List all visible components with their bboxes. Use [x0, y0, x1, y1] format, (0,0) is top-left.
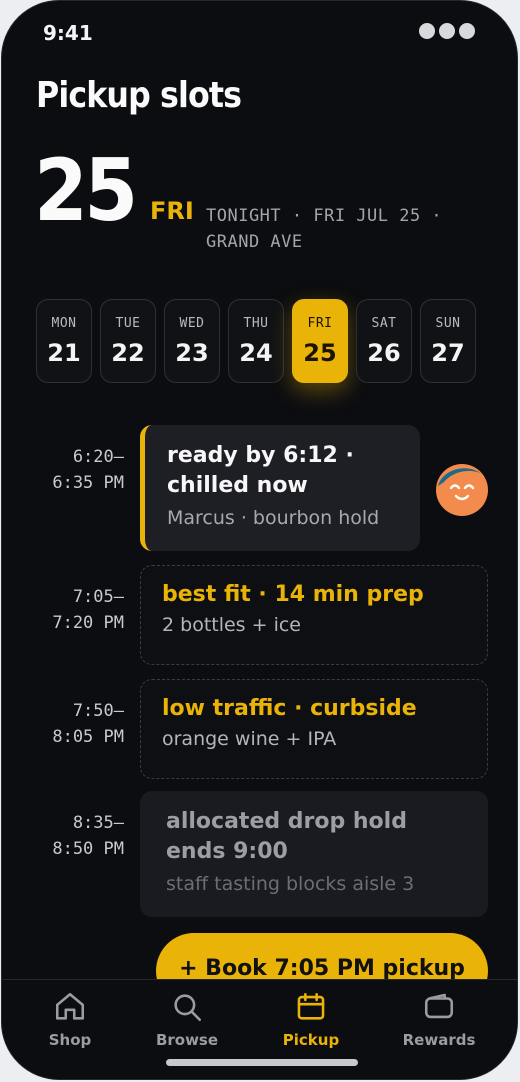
page-title: Pickup slots — [36, 75, 242, 116]
slot-time-range: 6:20– 6:35 PM — [2, 444, 124, 496]
tab-pickup[interactable]: Pickup — [266, 990, 356, 1049]
slot-detail: staff tasting blocks aisle 3 — [166, 873, 415, 895]
slot-end: 8:05 PM — [52, 727, 124, 747]
day-chip-sun[interactable]: SUN 27 — [420, 299, 476, 383]
day-chip-wed[interactable]: WED 23 — [164, 299, 220, 383]
day-chip-thu[interactable]: THU 24 — [228, 299, 284, 383]
day-chip-dow: TUE — [115, 315, 141, 331]
search-icon — [174, 994, 202, 1022]
day-chip-dow: WED — [179, 315, 205, 331]
slot-start: 7:50– — [72, 701, 124, 721]
slot-card-reserved[interactable]: ready by 6:12 · chilled now Marcus · bou… — [140, 425, 420, 551]
calendar-icon — [297, 992, 325, 1020]
tab-shop[interactable]: Shop — [25, 990, 115, 1049]
slot-title: ready by 6:12 · chilled now — [167, 443, 354, 498]
day-chip-dow: THU — [243, 315, 269, 331]
day-chip-dow: MON — [51, 315, 77, 331]
day-chip-fri[interactable]: FRI 25 — [292, 299, 348, 383]
day-chip-number: 22 — [111, 338, 145, 367]
slot-start: 6:20– — [72, 447, 124, 467]
day-chip-tue[interactable]: TUE 22 — [100, 299, 156, 383]
slot-end: 8:50 PM — [52, 839, 124, 859]
selected-day-number: 25 — [34, 141, 138, 241]
dot-icon — [419, 23, 435, 39]
tab-label: Shop — [48, 1031, 92, 1049]
day-chip-number: 21 — [47, 338, 81, 367]
slot-end: 6:35 PM — [52, 473, 124, 493]
slot-time-range: 7:50– 8:05 PM — [2, 698, 124, 750]
status-time: 9:41 — [43, 21, 93, 45]
day-chip-number: 23 — [175, 338, 209, 367]
selected-day-of-week: FRI — [150, 197, 194, 225]
tab-browse[interactable]: Browse — [142, 990, 232, 1049]
tab-label: Rewards — [402, 1031, 476, 1049]
day-chip-number: 27 — [431, 338, 465, 367]
slot-detail: Marcus · bourbon hold — [167, 507, 380, 529]
day-chip-mon[interactable]: MON 21 — [36, 299, 92, 383]
slot-detail: 2 bottles + ice — [162, 614, 301, 636]
slot-end: 7:20 PM — [52, 613, 124, 633]
day-chip-dow: FRI — [307, 315, 333, 331]
day-chip-number: 24 — [239, 338, 273, 367]
day-chip-number: 26 — [367, 338, 401, 367]
slot-card-open[interactable]: low traffic · curbside orange wine + IPA — [140, 679, 488, 779]
avatar[interactable] — [436, 464, 488, 516]
pickup-subtitle: TONIGHT · FRI JUL 25 · GRAND AVE — [206, 206, 443, 252]
day-chip-sat[interactable]: SAT 26 — [356, 299, 412, 383]
slot-card-blocked: allocated drop hold ends 9:00 staff tast… — [140, 791, 488, 917]
home-icon — [55, 992, 85, 1020]
more-menu[interactable] — [419, 23, 475, 39]
slot-title: allocated drop hold ends 9:00 — [166, 809, 407, 864]
home-indicator — [166, 1059, 358, 1066]
day-chip-dow: SAT — [371, 315, 397, 331]
slot-time-range: 8:35– 8:50 PM — [2, 810, 124, 862]
slot-start: 7:05– — [72, 587, 124, 607]
slot-detail: orange wine + IPA — [162, 728, 337, 750]
slot-title: best fit · 14 min prep — [162, 582, 424, 607]
slot-start: 8:35– — [72, 813, 124, 833]
day-chip-dow: SUN — [435, 315, 461, 331]
slot-title: low traffic · curbside — [162, 696, 417, 721]
slot-time-range: 7:05– 7:20 PM — [2, 584, 124, 636]
wallet-icon — [424, 993, 454, 1019]
phone-screen: 9:41 Pickup slots 25 FRI TONIGHT · FRI J… — [1, 0, 518, 1080]
dot-icon — [459, 23, 475, 39]
tab-rewards[interactable]: Rewards — [394, 990, 484, 1049]
tab-label: Browse — [155, 1031, 219, 1049]
week-day-picker: MON 21 TUE 22 WED 23 THU 24 FRI 25 SAT 26 SUN 2… — [36, 299, 476, 383]
day-chip-number: 25 — [303, 338, 337, 367]
dot-icon — [439, 23, 455, 39]
tab-label: Pickup — [282, 1031, 340, 1049]
slot-card-open[interactable]: best fit · 14 min prep 2 bottles + ice — [140, 565, 488, 665]
